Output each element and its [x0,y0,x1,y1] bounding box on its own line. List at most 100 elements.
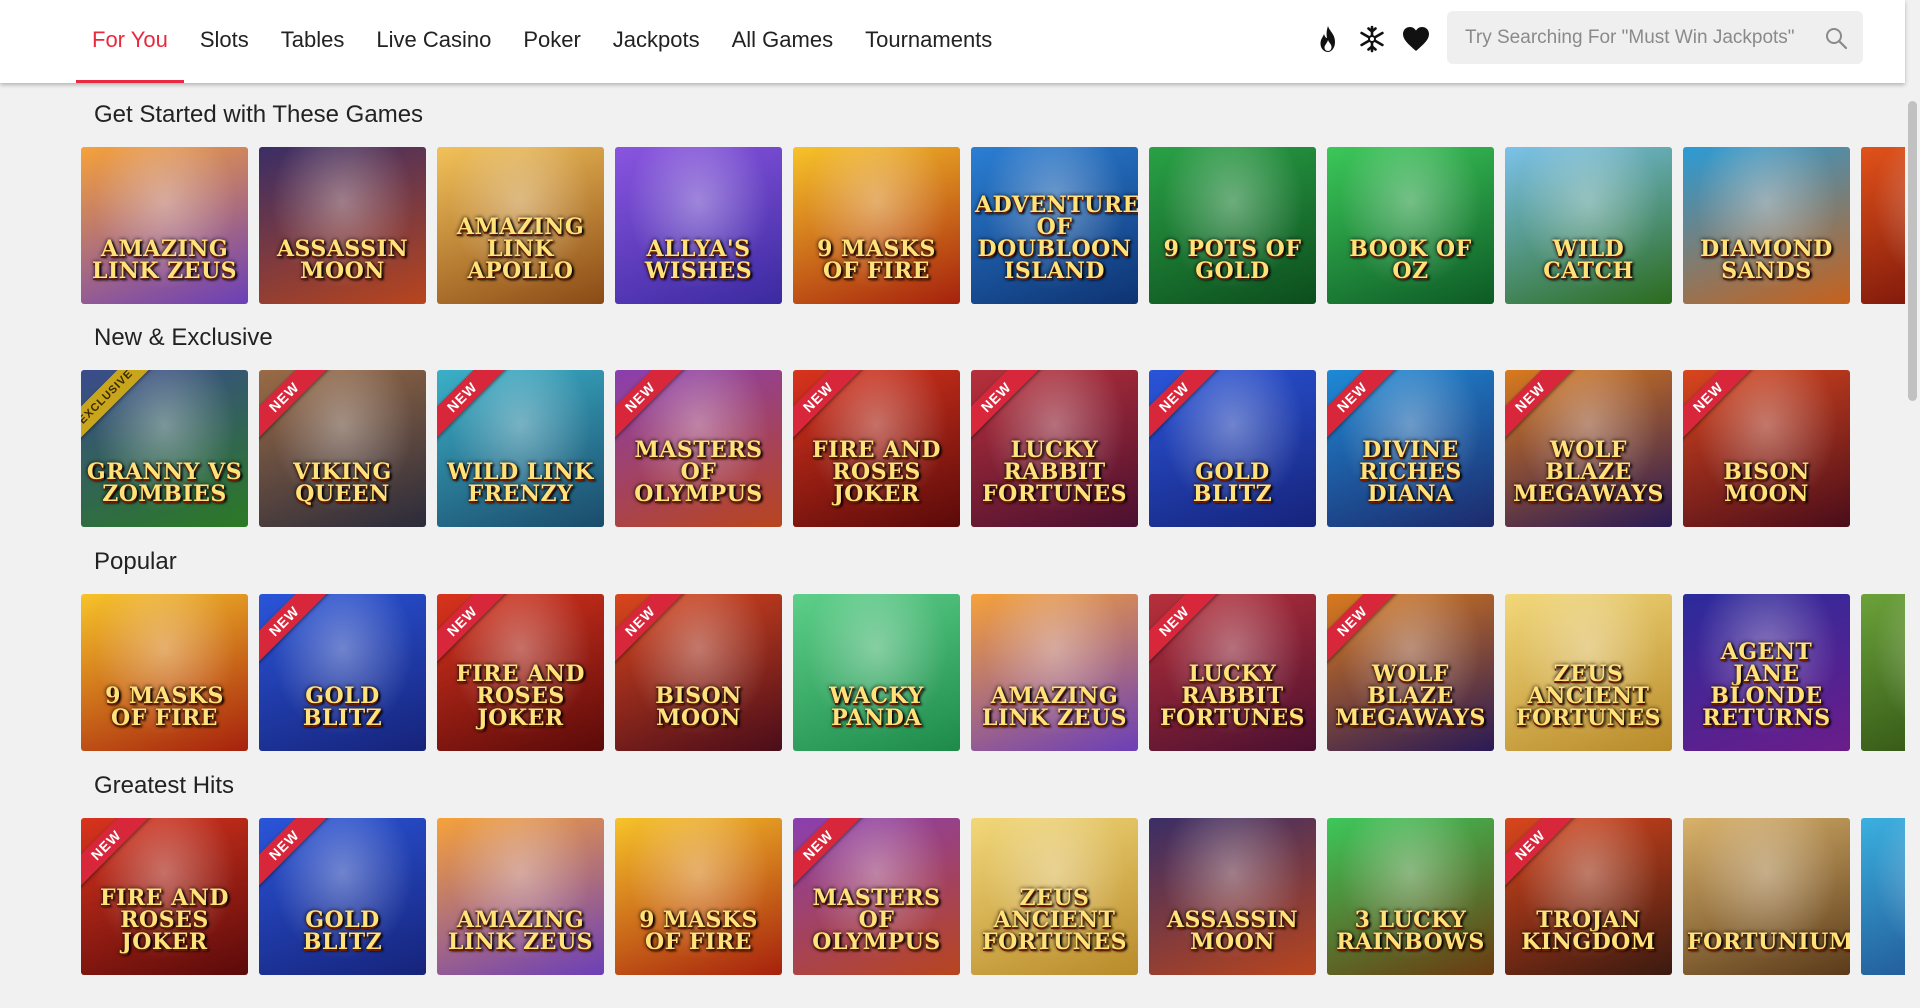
tab-all-games[interactable]: All Games [716,0,849,83]
game-title: LUCKY RABBIT FORTUNES [1159,661,1305,731]
game-tile[interactable]: LUCKY RABBIT FORTUNES NEW [1149,594,1316,751]
tab-for-you[interactable]: For You [76,0,184,83]
heart-icon[interactable] [1401,22,1431,56]
tab-poker[interactable]: Poker [507,0,596,83]
game-title: FIRE AND ROSES JOKER [100,885,229,955]
game-tile[interactable]: FORTUNIUM [1683,818,1850,975]
search-box [1447,11,1863,64]
game-tile[interactable]: MASTERS OF OLYMPUS NEW [793,818,960,975]
game-tile[interactable]: 9 MASKS OF FIRE [81,594,248,751]
game-tile[interactable]: 9 POTS OF GOLD [1149,147,1316,304]
game-title: GOLD BLITZ [302,907,383,955]
game-title: 9 MASKS OF FIRE [639,907,758,955]
game-tile[interactable]: AMAZING LINK ZEUS [437,818,604,975]
game-title: ASSASSIN MOON [1166,907,1299,955]
search-icon[interactable] [1821,23,1851,53]
game-tile[interactable]: ASSASSIN MOON [1149,818,1316,975]
snowflake-icon[interactable] [1357,22,1387,56]
game-tile[interactable]: WACKY PANDA [793,594,960,751]
game-tile[interactable]: FIRE [1861,147,1905,304]
game-tile[interactable]: ZEUS ANCIENT FORTUNES [1505,594,1672,751]
game-tile[interactable]: DIAMOND SANDS [1683,147,1850,304]
tab-tournaments[interactable]: Tournaments [849,0,1008,83]
game-tile[interactable]: VIKING QUEEN NEW [259,370,426,527]
game-title: LUCKY RABBIT FORTUNES [981,437,1127,507]
game-tile[interactable]: FIRE AND ROSES JOKER NEW [437,594,604,751]
game-tile[interactable]: AMAZING LINK ZEUS [81,147,248,304]
game-tile[interactable]: GOLD BLITZ NEW [1149,370,1316,527]
scrollbar-thumb[interactable] [1908,101,1917,401]
game-title: ADVENTURES OF DOUBLOON ISLAND [975,192,1138,284]
game-tile[interactable]: DIVINE RICHES DIANA NEW [1327,370,1494,527]
game-title: AGENT JANE BLONDE RETURNS [1702,639,1831,731]
game-title: AMAZING LINK ZEUS [447,907,594,955]
tab-slots[interactable]: Slots [184,0,265,83]
top-navigation-bar: For You Slots Tables Live Casino Poker Jackpo… [0,0,1905,83]
game-section: Get Started with These Games AMAZING LINK… [0,101,1905,311]
game-title: FORTUNIUM [1687,929,1850,955]
category-tabs: For You Slots Tables Live Casino Poker Jackpo… [76,0,1008,83]
game-tile[interactable]: GOLD BLITZ NEW [259,594,426,751]
game-title: FIRE [1865,260,1905,282]
game-tile[interactable] [1861,818,1905,975]
tab-tables[interactable]: Tables [265,0,361,83]
game-tile[interactable]: WOLF BLAZE MEGAWAYS NEW [1505,370,1672,527]
game-tile[interactable]: BISON MOON NEW [1683,370,1850,527]
fire-icon[interactable] [1313,22,1343,56]
game-tile[interactable]: ASSASSIN MOON [259,147,426,304]
search-input[interactable] [1463,25,1821,50]
tab-jackpots[interactable]: Jackpots [597,0,716,83]
game-tile[interactable]: GOLD BLITZ NEW [259,818,426,975]
game-tile[interactable]: WILD CATCH [1505,147,1672,304]
game-carousel: 9 MASKS OF FIRE GOLD BLITZ NEW FIRE AND ROS… [81,594,1905,751]
game-tile[interactable]: Allya's Wishes [615,147,782,304]
game-tile[interactable]: LUCKY RABBIT FORTUNES NEW [971,370,1138,527]
game-tile[interactable]: ZEUS ANCIENT FORTUNES [971,818,1138,975]
section-title: Popular [94,548,177,575]
game-title: GOLD BLITZ [1192,459,1273,507]
game-title: GOLD BLITZ [302,683,383,731]
game-carousel: FIRE AND ROSES JOKER NEW GOLD BLITZ NEW AMAZ… [81,818,1905,975]
game-title: BISON MOON [1723,459,1810,507]
game-tile[interactable]: AMAZING LINK APOLLO [437,147,604,304]
game-carousel: GRANNY VS ZOMBIES EXCLUSIVE VIKING QUEEN NE… [81,370,1905,527]
game-tile[interactable]: FIRE AND ROSES JOKER NEW [81,818,248,975]
game-title: DIAMOND SANDS [1700,236,1833,284]
game-tile[interactable]: WILD LINK FRENZY NEW [437,370,604,527]
game-tile[interactable]: 9 MASKS OF FIRE [793,147,960,304]
game-section: New & Exclusive GRANNY VS ZOMBIES EXCLUSIV… [0,324,1905,534]
game-title: 9 POTS OF GOLD [1163,236,1302,284]
game-tile[interactable]: 3 RA [1861,594,1905,751]
game-tile[interactable]: AGENT JANE BLONDE RETURNS [1683,594,1850,751]
game-tile[interactable]: AMAZING LINK ZEUS [971,594,1138,751]
game-tile[interactable]: 3 LUCKY RAINBOWS [1327,818,1494,975]
game-title: ZEUS ANCIENT FORTUNES [981,885,1127,955]
game-tile[interactable]: ADVENTURES OF DOUBLOON ISLAND [971,147,1138,304]
game-title: MASTERS OF OLYMPUS [812,885,941,955]
quick-filter-icons [1313,22,1431,56]
game-tile[interactable]: WOLF BLAZE MEGAWAYS NEW [1327,594,1494,751]
game-title: WILD CATCH [1543,236,1634,284]
game-carousel: AMAZING LINK ZEUS ASSASSIN MOON AMAZING LI… [81,147,1905,304]
game-title: VIKING QUEEN [293,459,392,507]
game-tile[interactable]: 9 MASKS OF FIRE [615,818,782,975]
game-title: 3 LUCKY RAINBOWS [1336,907,1485,955]
game-title: AMAZING LINK ZEUS [981,683,1128,731]
game-tile[interactable]: GRANNY VS ZOMBIES EXCLUSIVE [81,370,248,527]
game-title: MASTERS OF OLYMPUS [634,437,763,507]
game-tile[interactable]: BOOK OF OZ [1327,147,1494,304]
game-title: BOOK OF OZ [1349,236,1472,284]
game-title: AMAZING LINK ZEUS [91,236,238,284]
vertical-scrollbar[interactable] [1905,83,1920,1008]
game-tile[interactable]: BISON MOON NEW [615,594,782,751]
game-title: Allya's Wishes [644,236,753,284]
tab-live-casino[interactable]: Live Casino [360,0,507,83]
game-artwork [1861,818,1905,975]
section-title: Greatest Hits [94,772,235,799]
game-title: WOLF BLAZE MEGAWAYS [1513,437,1664,507]
game-title: GRANNY VS ZOMBIES [86,459,243,507]
game-tile[interactable]: FIRE AND ROSES JOKER NEW [793,370,960,527]
game-tile[interactable]: TROJAN KINGDOM NEW [1505,818,1672,975]
game-title: TROJAN KINGDOM [1521,907,1656,955]
game-tile[interactable]: MASTERS OF OLYMPUS NEW [615,370,782,527]
